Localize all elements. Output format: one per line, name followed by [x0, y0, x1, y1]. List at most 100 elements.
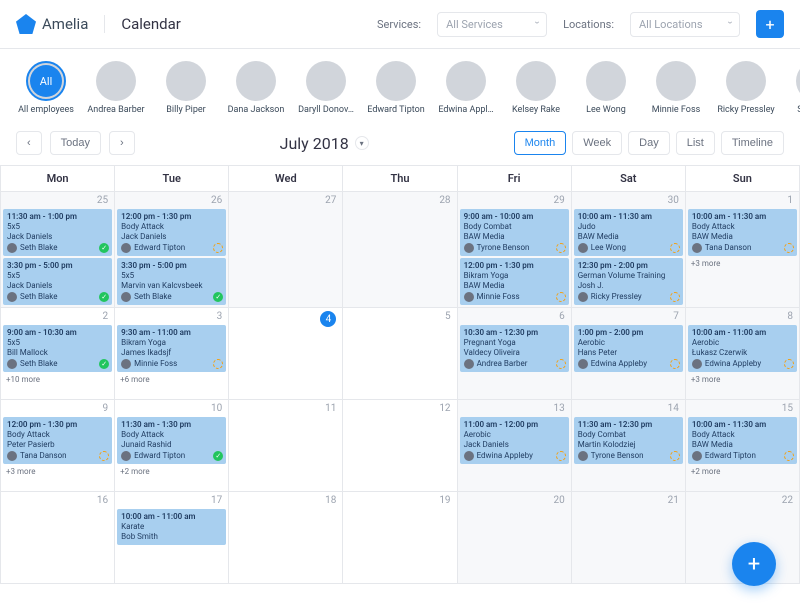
event[interactable]: 12:00 pm - 1:30 pmBody AttackJack Daniel… [117, 209, 226, 256]
employee-chip[interactable]: Dana Jackson [226, 61, 286, 115]
status-pending-icon [556, 243, 566, 253]
employee-chip[interactable]: Andrea Barber [86, 61, 146, 115]
day-cell[interactable]: 610:30 am - 12:30 pmPregnant YogaValdecy… [457, 308, 571, 400]
day-cell[interactable]: 28 [343, 192, 457, 308]
month-picker-icon[interactable]: ▾ [355, 136, 369, 150]
day-number: 5 [343, 308, 456, 325]
event[interactable]: 12:00 pm - 1:30 pmBikram YogaBAW MediaMi… [460, 258, 569, 305]
day-cell[interactable]: 20 [457, 492, 571, 584]
services-select[interactable]: All Services [437, 12, 547, 37]
locations-select[interactable]: All Locations [630, 12, 740, 37]
day-cell[interactable]: 912:00 pm - 1:30 pmBody AttackPeter Pasi… [1, 400, 115, 492]
employee-chip[interactable]: Ricky Pressley [716, 61, 776, 115]
status-pending-icon [670, 451, 680, 461]
event[interactable]: 9:00 am - 10:30 am5x5Bill MallockSeth Bl… [3, 325, 112, 372]
view-month[interactable]: Month [514, 131, 567, 155]
day-cell[interactable]: 29:00 am - 10:30 am5x5Bill MallockSeth B… [1, 308, 115, 400]
employee-name: All employees [16, 105, 76, 115]
more-link[interactable]: +3 more [686, 374, 799, 385]
event[interactable]: 10:00 am - 11:30 amBody AttackBAW MediaE… [688, 417, 797, 464]
day-cell[interactable]: 39:30 am - 11:00 amBikram YogaJames Ikad… [115, 308, 229, 400]
status-pending-icon [784, 359, 794, 369]
event[interactable]: 10:00 am - 11:00 amKarateBob Smith [117, 509, 226, 545]
month-title: July 2018 ▾ [143, 134, 506, 153]
day-cell[interactable]: 4 [229, 308, 343, 400]
event[interactable]: 10:30 am - 12:30 pmPregnant YogaValdecy … [460, 325, 569, 372]
event[interactable]: 3:30 pm - 5:00 pm5x5Marvin van Kalcvsbee… [117, 258, 226, 305]
event[interactable]: 12:00 pm - 1:30 pmBody AttackPeter Pasie… [3, 417, 112, 464]
more-link[interactable]: +6 more [115, 374, 228, 385]
add-button[interactable]: + [756, 10, 784, 38]
employee-chip[interactable]: Kelsey Rake [506, 61, 566, 115]
day-cell[interactable]: 110:00 am - 11:30 amBody AttackBAW Media… [685, 192, 799, 308]
day-cell[interactable]: 71:00 pm - 2:00 pmAerobicHans PeterEdwin… [571, 308, 685, 400]
event[interactable]: 3:30 pm - 5:00 pm5x5Jack DanielsSeth Bla… [3, 258, 112, 305]
day-cell[interactable]: 11 [229, 400, 343, 492]
event[interactable]: 10:00 am - 11:30 amBody AttackBAW MediaT… [688, 209, 797, 256]
view-week[interactable]: Week [572, 131, 622, 155]
event[interactable]: 1:00 pm - 2:00 pmAerobicHans PeterEdwina… [574, 325, 683, 372]
status-pending-icon [784, 243, 794, 253]
day-cell[interactable]: 3010:00 am - 11:30 amJudoBAW MediaLee Wo… [571, 192, 685, 308]
day-cell[interactable]: 1011:30 am - 1:30 pmBody AttackJunaid Ra… [115, 400, 229, 492]
next-button[interactable]: › [109, 131, 135, 155]
more-link[interactable]: +3 more [1, 466, 114, 477]
day-cell[interactable]: 16 [1, 492, 115, 584]
day-cell[interactable]: 1311:00 am - 12:00 pmAerobicJack Daniels… [457, 400, 571, 492]
day-cell[interactable]: 5 [343, 308, 457, 400]
app-name: Amelia [42, 15, 88, 33]
employee-chip[interactable]: Seth Blak [786, 61, 800, 115]
day-cell[interactable]: 1411:30 am - 12:30 pmBody CombatMartin K… [571, 400, 685, 492]
day-cell[interactable]: 2612:00 pm - 1:30 pmBody AttackJack Dani… [115, 192, 229, 308]
employee-chip[interactable]: Daryll Donov… [296, 61, 356, 115]
more-link[interactable]: +10 more [1, 374, 114, 385]
day-cell[interactable]: 12 [343, 400, 457, 492]
event[interactable]: 11:30 am - 1:30 pmBody AttackJunaid Rash… [117, 417, 226, 464]
event[interactable]: 11:30 am - 12:30 pmBody CombatMartin Kol… [574, 417, 683, 464]
employee-name: Minnie Foss [646, 105, 706, 115]
employee-chip[interactable]: Billy Piper [156, 61, 216, 115]
more-link[interactable]: +2 more [686, 466, 799, 477]
employee-name: Andrea Barber [86, 105, 146, 115]
view-timeline[interactable]: Timeline [721, 131, 784, 155]
day-cell[interactable]: 21 [571, 492, 685, 584]
more-link[interactable]: +3 more [686, 258, 799, 269]
day-number: 4 [229, 308, 342, 330]
day-cell[interactable]: 1710:00 am - 11:00 amKarateBob Smith [115, 492, 229, 584]
view-list[interactable]: List [676, 131, 715, 155]
event[interactable]: 11:30 am - 1:00 pm5x5Jack DanielsSeth Bl… [3, 209, 112, 256]
day-cell[interactable]: 19 [343, 492, 457, 584]
day-cell[interactable]: 27 [229, 192, 343, 308]
event[interactable]: 9:30 am - 11:00 amBikram YogaJames Ikads… [117, 325, 226, 372]
employee-name: Dana Jackson [226, 105, 286, 115]
event[interactable]: 11:00 am - 12:00 pmAerobicJack DanielsEd… [460, 417, 569, 464]
view-day[interactable]: Day [628, 131, 670, 155]
employee-chip[interactable]: Edwina Appl… [436, 61, 496, 115]
event[interactable]: 12:30 pm - 2:00 pmGerman Volume Training… [574, 258, 683, 305]
day-cell[interactable]: 2511:30 am - 1:00 pm5x5Jack DanielsSeth … [1, 192, 115, 308]
day-number: 10 [115, 400, 228, 417]
employee-name: Edwina Appl… [436, 105, 496, 115]
person-avatar-icon [121, 243, 131, 253]
more-link[interactable]: +2 more [115, 466, 228, 477]
status-pending-icon [556, 292, 566, 302]
day-cell[interactable]: 1510:00 am - 11:30 amBody AttackBAW Medi… [685, 400, 799, 492]
prev-button[interactable]: ‹ [16, 131, 42, 155]
employee-chip[interactable]: Lee Wong [576, 61, 636, 115]
fab-add-button[interactable]: + [732, 542, 776, 586]
day-cell[interactable]: 810:00 am - 11:00 amAerobicŁukasz Czerwi… [685, 308, 799, 400]
employee-name: Ricky Pressley [716, 105, 776, 115]
day-cell[interactable]: 18 [229, 492, 343, 584]
event[interactable]: 9:00 am - 10:00 amBody CombatBAW MediaTy… [460, 209, 569, 256]
day-cell[interactable]: 299:00 am - 10:00 amBody CombatBAW Media… [457, 192, 571, 308]
employee-chip[interactable]: AllAll employees [16, 61, 76, 115]
today-button[interactable]: Today [50, 131, 101, 155]
day-number: 2 [1, 308, 114, 325]
event[interactable]: 10:00 am - 11:30 amJudoBAW MediaLee Wong [574, 209, 683, 256]
event[interactable]: 10:00 am - 11:00 amAerobicŁukasz Czerwik… [688, 325, 797, 372]
view-switcher: MonthWeekDayListTimeline [514, 131, 784, 155]
employee-chip[interactable]: Edward Tipton [366, 61, 426, 115]
day-number: 26 [115, 192, 228, 209]
employee-chip[interactable]: Minnie Foss [646, 61, 706, 115]
day-number: 28 [343, 192, 456, 209]
